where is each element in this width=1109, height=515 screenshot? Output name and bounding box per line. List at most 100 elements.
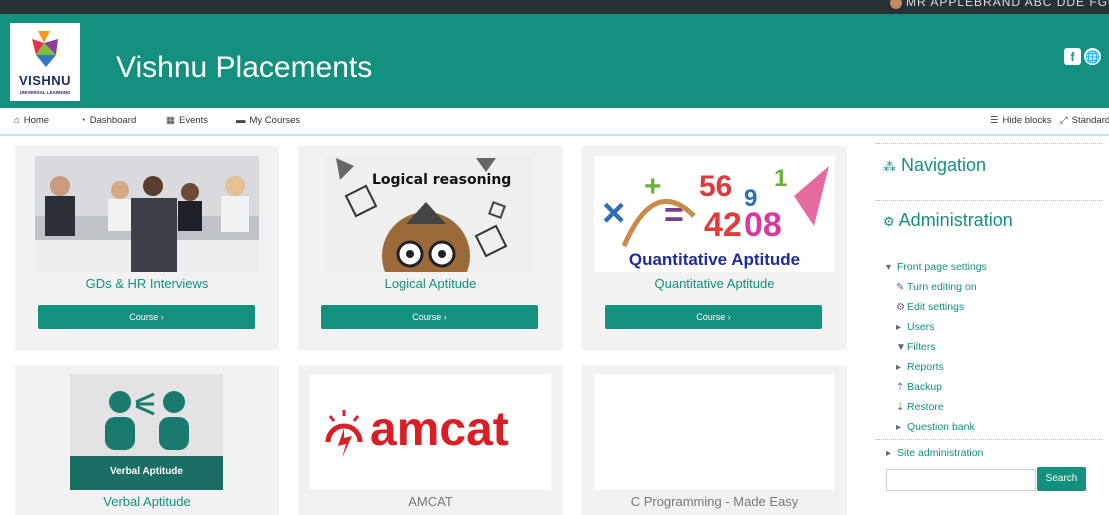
users-label: Users — [907, 321, 935, 333]
home-icon: ⌂ — [14, 115, 20, 126]
caret-right-icon: ▸ — [896, 322, 902, 333]
logo-mark-icon — [32, 31, 58, 67]
quantitative-image-text: Quantitative Aptitude — [628, 250, 801, 269]
course-button[interactable]: Course › — [321, 305, 538, 329]
hide-blocks-label: Hide blocks — [1002, 115, 1052, 126]
standard-view-label: Standard — [1071, 115, 1109, 126]
course-button[interactable]: Course › — [38, 305, 255, 329]
filters-label: Filters — [907, 341, 936, 353]
gear-icon: ⚙ — [896, 302, 905, 313]
svg-text:42: 42 — [704, 206, 742, 244]
hide-blocks-icon: ☰ — [990, 115, 999, 126]
user-avatar — [890, 0, 902, 9]
course-image-logical: Logical reasoning — [326, 156, 534, 272]
facebook-icon[interactable]: f — [1064, 48, 1081, 65]
divider — [876, 143, 1102, 144]
nav-events[interactable]: ▦ Events — [166, 115, 208, 126]
course-card[interactable]: amcat AMCAT — [298, 365, 563, 515]
calendar-icon: ▦ — [166, 115, 175, 126]
verbal-image-text: Verbal Aptitude — [110, 466, 183, 477]
edit-settings[interactable]: ⚙ Edit settings — [896, 301, 964, 313]
site-title[interactable]: Vishnu Placements — [116, 51, 372, 85]
course-title[interactable]: Verbal Aptitude — [15, 494, 279, 509]
course-title[interactable]: C Programming - Made Easy — [582, 494, 847, 509]
caret-right-icon: ▸ — [896, 422, 902, 433]
svg-text:+: + — [644, 170, 662, 203]
nav-my-courses[interactable]: ▬ My Courses — [236, 115, 300, 126]
site-header: VISHNU UNIVERSAL LEARNING Vishnu Placeme… — [0, 14, 1109, 108]
caret-right-icon: ▸ — [886, 448, 892, 459]
course-card[interactable]: C Programming - Made Easy — [582, 365, 847, 515]
logical-image-text: Logical reasoning — [372, 172, 512, 188]
amcat-image-text: amcat — [370, 403, 509, 456]
admin-search-input[interactable] — [886, 469, 1036, 491]
logo-brand: VISHNU — [18, 73, 72, 88]
vishnu-logo[interactable]: VISHNU UNIVERSAL LEARNING — [10, 23, 80, 101]
divider — [876, 200, 1102, 201]
course-title[interactable]: Logical Aptitude — [298, 276, 563, 291]
svg-text:×: × — [602, 191, 625, 235]
users[interactable]: ▸ Users — [896, 321, 934, 333]
course-title[interactable]: GDs & HR Interviews — [15, 276, 279, 291]
navigation-block-title[interactable]: ⁂ Navigation — [883, 155, 986, 176]
svg-text:9: 9 — [744, 185, 757, 212]
reports-label: Reports — [907, 361, 944, 373]
standard-view-button[interactable]: ⤢ Standard — [1060, 115, 1109, 126]
user-menu[interactable]: MR APPLEBRAND ABC DDE FGG — [890, 0, 1109, 9]
admin-search-button[interactable]: Search — [1037, 467, 1086, 491]
logo-sub: UNIVERSAL LEARNING — [19, 90, 71, 95]
question-bank-label: Question bank — [907, 421, 975, 433]
filters[interactable]: ▼Filters — [896, 341, 936, 353]
course-image-amcat: amcat — [310, 374, 551, 490]
nav-dashboard-label: Dashboard — [89, 115, 137, 126]
restore-label: Restore — [907, 401, 944, 413]
course-image-quantitative: × + = 56 42 08 9 1 Quantitative Aptitude — [594, 156, 835, 272]
backup-label: Backup — [907, 381, 943, 393]
globe-icon[interactable]: 🌐 — [1084, 48, 1101, 65]
front-page-settings[interactable]: ▾ Front page settings — [886, 261, 987, 273]
course-card[interactable]: × + = 56 42 08 9 1 Quantitative Aptitude… — [582, 146, 847, 350]
nav-bar: ⌂ Home ◔ Dashboard ▦ Events ▬ My Courses ☰ Hi… — [0, 108, 1109, 136]
nav-events-label: Events — [178, 115, 209, 126]
course-card[interactable]: Verbal Aptitude Verbal Aptitude — [15, 365, 279, 515]
sitemap-icon: ⁂ — [883, 159, 896, 174]
sidebar: ⁂ Navigation ⚙ Administration ▾ Front pag… — [874, 143, 1109, 515]
course-title[interactable]: AMCAT — [298, 494, 563, 509]
turn-editing-on-label: Turn editing on — [907, 281, 977, 293]
interview-illustration-icon — [35, 156, 259, 272]
download-icon: ⇣ — [896, 402, 905, 413]
site-administration-label: Site administration — [897, 447, 984, 459]
course-image-placeholder — [594, 374, 835, 490]
nav-my-courses-label: My Courses — [249, 115, 301, 126]
course-title[interactable]: Quantitative Aptitude — [582, 276, 847, 291]
course-image-interview — [35, 156, 259, 272]
backup[interactable]: ⇡ Backup — [896, 381, 942, 393]
administration-block-title[interactable]: ⚙ Administration — [883, 210, 1013, 231]
pencil-icon: ✎ — [896, 282, 905, 293]
hide-blocks-button[interactable]: ☰ Hide blocks — [990, 115, 1052, 126]
nav-dashboard[interactable]: ◔ Dashboard — [80, 115, 136, 126]
course-card[interactable]: GDs & HR Interviews Course › — [15, 146, 279, 350]
restore[interactable]: ⇣ Restore — [896, 401, 944, 413]
question-bank[interactable]: ▸ Question bank — [896, 421, 975, 433]
nav-home-label: Home — [23, 115, 50, 126]
turn-editing-on[interactable]: ✎ Turn editing on — [896, 281, 977, 293]
svg-text:56: 56 — [699, 170, 732, 203]
social-links: f 🌐 — [1061, 48, 1101, 66]
course-button[interactable]: Course › — [605, 305, 822, 329]
reports[interactable]: ▸ Reports — [896, 361, 944, 373]
navigation-title-text: Navigation — [901, 155, 987, 175]
course-card[interactable]: Logical reasoning Logical Aptitude Cours… — [298, 146, 563, 350]
edit-settings-label: Edit settings — [907, 301, 965, 313]
expand-icon: ⤢ — [1060, 115, 1068, 126]
upload-icon: ⇡ — [896, 382, 905, 393]
divider — [876, 439, 1102, 440]
caret-down-icon: ▾ — [886, 262, 892, 273]
user-name: MR APPLEBRAND ABC DDE FGG — [906, 0, 1109, 9]
front-page-settings-label: Front page settings — [897, 261, 987, 273]
nav-home[interactable]: ⌂ Home — [14, 115, 49, 126]
site-administration[interactable]: ▸ Site administration — [886, 447, 983, 459]
administration-title-text: Administration — [898, 210, 1013, 230]
top-user-bar: MR APPLEBRAND ABC DDE FGG — [0, 0, 1109, 14]
courses-icon: ▬ — [236, 115, 246, 126]
